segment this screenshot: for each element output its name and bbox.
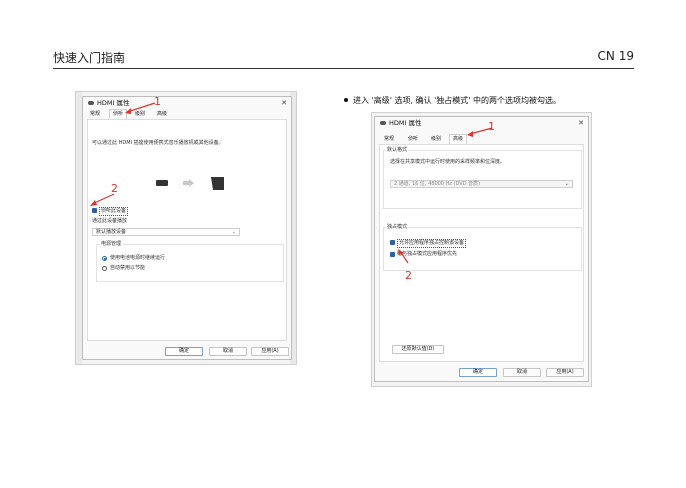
playback-device-select[interactable]: 默认播放设备 ⌄ xyxy=(92,228,240,236)
arrow-right-icon xyxy=(183,179,194,187)
header-title: 快速入门指南 xyxy=(53,51,126,65)
speaker-device-icon xyxy=(211,177,224,190)
power-group-label: 电源管理 xyxy=(100,241,123,248)
format-select[interactable]: 2 通道, 16 位, 48000 Hz (DVD 音质) ⌄ xyxy=(390,180,573,188)
chevron-down-icon: ⌄ xyxy=(231,229,236,235)
exclusive-control-checkbox[interactable] xyxy=(390,240,395,245)
bullet-text: 进入 '高级' 选项, 确认 '独占模式' 中的两个选项均被勾选。 xyxy=(353,96,562,105)
annotation-arrow-2 xyxy=(398,249,409,264)
tab-panel: 可以通过此 HDMI 插座使用便携式音乐播放机或其他设备。 侦听此设备 通过此设… xyxy=(87,119,287,341)
tab-general[interactable]: 常规 xyxy=(87,110,103,119)
restore-defaults-button[interactable]: 还原默认值(D) xyxy=(392,345,444,354)
chevron-down-icon: ⌄ xyxy=(564,181,569,187)
dialog-titlebar: HDMI 属性 ✕ xyxy=(83,97,291,109)
dialog-title: HDMI 属性 xyxy=(389,119,422,127)
power-group-box xyxy=(96,244,284,282)
radio-disable-save-power[interactable] xyxy=(102,266,107,271)
default-format-label: 默认格式 xyxy=(386,147,409,154)
radio-keep-running-label: 使用电池电源时继续运行 xyxy=(110,255,166,261)
ok-button[interactable]: 确定 xyxy=(459,368,497,377)
tab-levels[interactable]: 级别 xyxy=(428,135,444,144)
annotation-mark-2: 2 xyxy=(405,269,412,282)
speaker-icon xyxy=(380,121,386,125)
exclusive-mode-label: 独占模式 xyxy=(386,224,409,231)
speaker-icon xyxy=(88,101,94,105)
tab-general[interactable]: 常规 xyxy=(381,135,397,144)
close-icon[interactable]: ✕ xyxy=(281,97,287,109)
playback-select-value: 默认播放设备 xyxy=(96,229,127,235)
default-format-description: 选择在共享模式中运行时使用的采样频率和位深度。 xyxy=(390,159,506,165)
format-select-value: 2 通道, 16 位, 48000 Hz (DVD 音质) xyxy=(394,181,481,187)
cancel-button[interactable]: 取消 xyxy=(209,347,247,356)
bullet-dot xyxy=(344,98,348,102)
tab-listen[interactable]: 侦听 xyxy=(405,135,421,144)
hdmi-properties-dialog-listen: HDMI 属性 ✕ 常规 侦听 级别 高级 可以通过此 HDMI 插座使用便携式… xyxy=(82,96,292,360)
ok-button[interactable]: 确定 xyxy=(165,347,203,356)
annotation-mark-2: 2 xyxy=(111,182,118,195)
header-rule xyxy=(53,68,634,69)
left-screenshot: HDMI 属性 ✕ 常规 侦听 级别 高级 可以通过此 HDMI 插座使用便携式… xyxy=(75,91,297,365)
device-illustration xyxy=(156,177,224,190)
annotation-arrow-2 xyxy=(90,193,115,206)
radio-keep-running[interactable] xyxy=(102,256,107,261)
annotation-mark-1: 1 xyxy=(488,120,495,133)
apply-button[interactable]: 应用(A) xyxy=(546,368,584,377)
annotation-mark-1: 1 xyxy=(154,95,161,108)
right-screenshot: HDMI 属性 ✕ 常规 侦听 级别 高级 默认格式 选择在共享模式中运行时使用… xyxy=(371,112,592,387)
playback-label: 通过此设备播放 xyxy=(92,218,128,224)
close-icon[interactable]: ✕ xyxy=(578,117,584,129)
radio-disable-label: 自动禁用以节能 xyxy=(110,265,146,271)
player-device-icon xyxy=(156,180,168,186)
page-number: CN 19 xyxy=(597,49,634,63)
cancel-button[interactable]: 取消 xyxy=(503,368,541,377)
apply-button[interactable]: 应用(A) xyxy=(251,347,289,356)
listen-description: 可以通过此 HDMI 插座使用便携式音乐播放机或其他设备。 xyxy=(92,140,224,146)
